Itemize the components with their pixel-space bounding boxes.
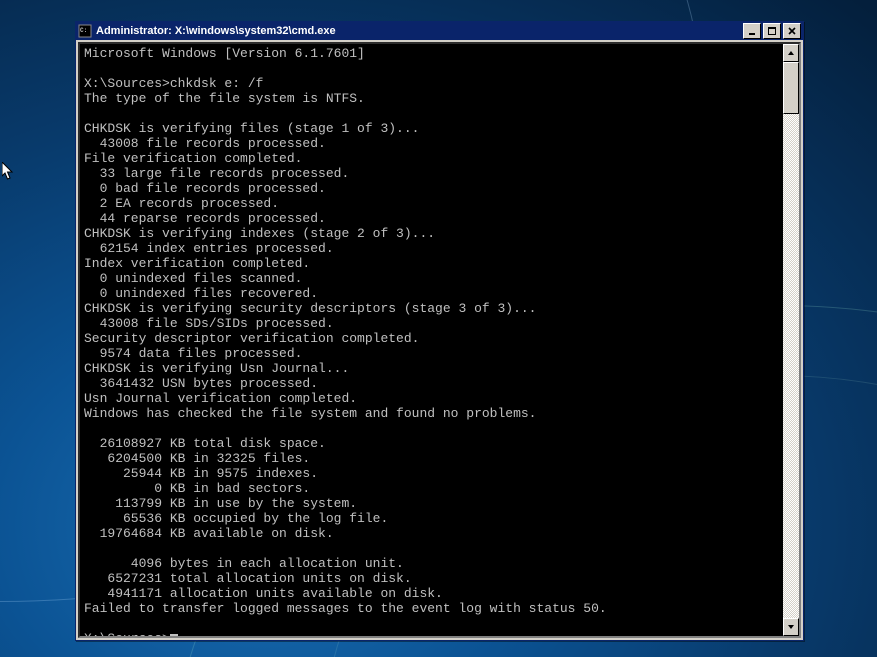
scroll-down-button[interactable] (783, 618, 799, 636)
close-button[interactable] (783, 23, 801, 39)
mouse-cursor-icon (2, 162, 14, 181)
scroll-up-button[interactable] (783, 44, 799, 62)
maximize-button[interactable] (763, 23, 781, 39)
scroll-track[interactable] (783, 62, 799, 618)
window-client-area: Microsoft Windows [Version 6.1.7601] X:\… (76, 40, 803, 640)
scroll-thumb[interactable] (783, 62, 799, 114)
prompt: X:\Sources> (84, 631, 170, 636)
cmd-icon: C: (78, 24, 92, 38)
console-frame: Microsoft Windows [Version 6.1.7601] X:\… (78, 42, 801, 638)
minimize-button[interactable] (743, 23, 761, 39)
window-title: Administrator: X:\windows\system32\cmd.e… (96, 25, 741, 37)
vertical-scrollbar[interactable] (783, 44, 799, 636)
svg-text:C:: C: (80, 27, 87, 34)
cmd-window: C: Administrator: X:\windows\system32\cm… (75, 21, 804, 641)
title-bar[interactable]: C: Administrator: X:\windows\system32\cm… (76, 22, 803, 40)
text-cursor (170, 634, 178, 636)
console-output[interactable]: Microsoft Windows [Version 6.1.7601] X:\… (80, 44, 783, 636)
